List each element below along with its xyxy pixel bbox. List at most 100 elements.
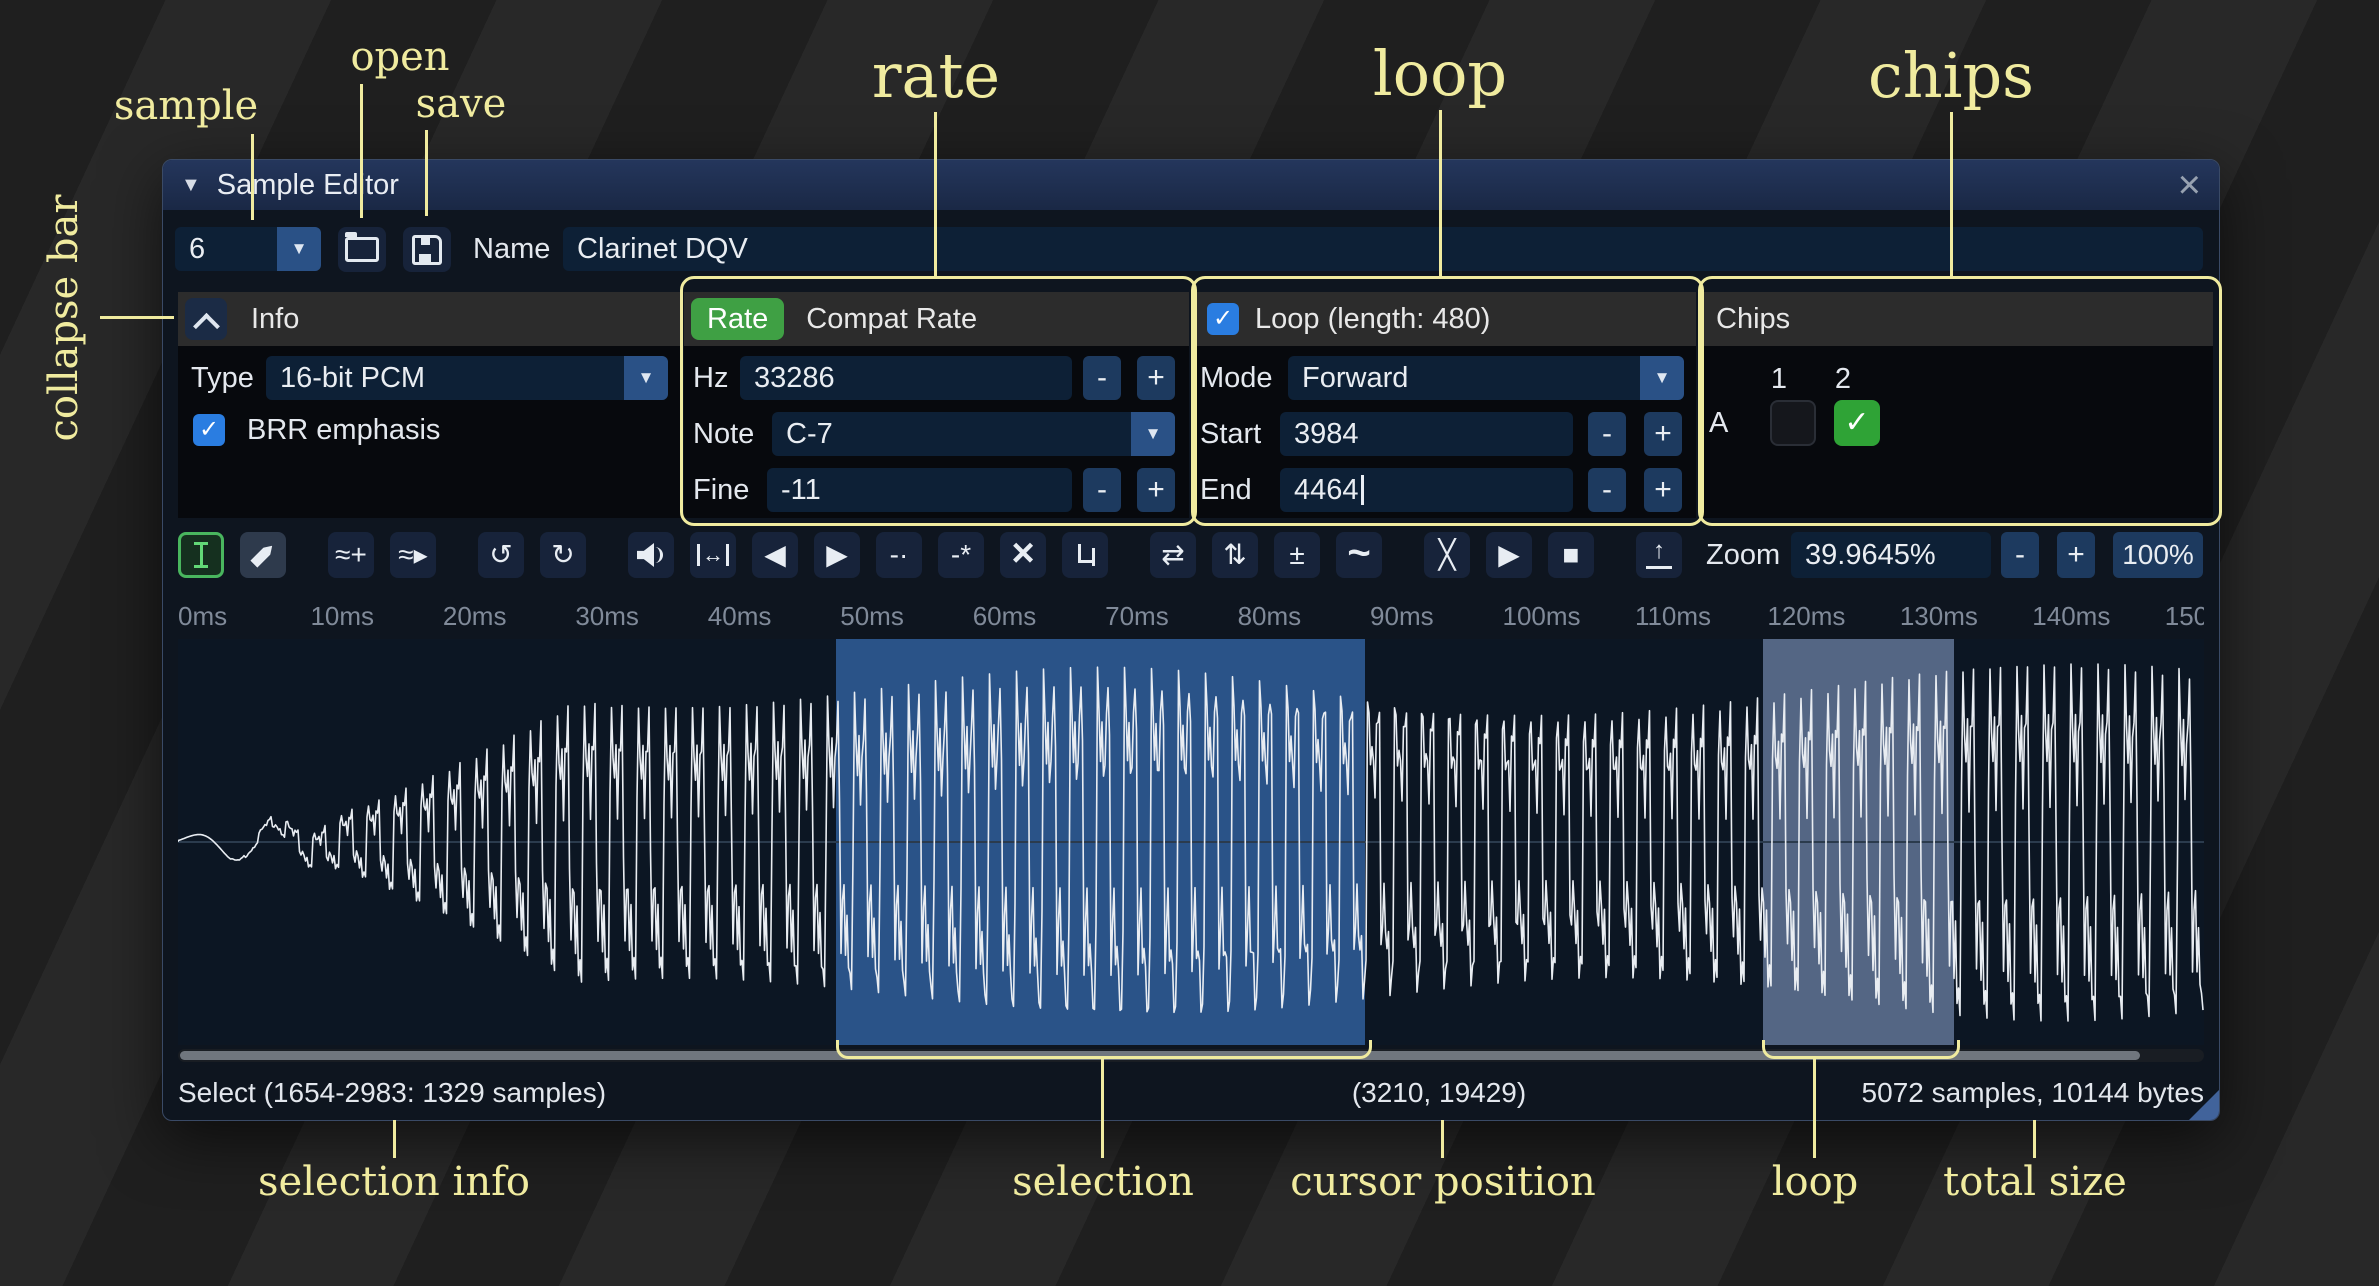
collapse-window-icon[interactable]: ▼ xyxy=(181,174,201,197)
connector-line-loop-bottom xyxy=(1813,1058,1816,1158)
fade-in-icon: ◀ xyxy=(764,541,786,569)
tool-select-button[interactable] xyxy=(178,532,224,578)
collapse-info-button[interactable] xyxy=(185,298,227,340)
save-button[interactable] xyxy=(403,227,451,272)
total-size-status: 5072 samples, 10144 bytes xyxy=(1862,1068,2204,1118)
apply-silence-button[interactable]: -* xyxy=(938,532,984,578)
annotated-screenshot: ▼ Sample Editor × 6 ▼ Name Clarinet DQV xyxy=(0,0,2379,1286)
info-header: Info xyxy=(178,292,681,346)
annotation-collapse-bar: collapse bar xyxy=(44,194,84,441)
insert-silence-button[interactable]: -· xyxy=(876,532,922,578)
close-button[interactable]: × xyxy=(2178,160,2201,210)
loop-callout-box xyxy=(1191,276,1704,526)
toolbar-separator xyxy=(452,532,462,578)
chevron-down-icon[interactable]: ▼ xyxy=(277,227,321,271)
ruler-tick: 120ms xyxy=(1767,601,1845,632)
pencil-icon xyxy=(250,542,275,567)
sample-toolbar: ≈+ ≈▸ ↺ ↻ ◀ ▶ -· -* × ⇄ ⇅ ± ~ ╳ ▶ ■ xyxy=(178,532,1682,578)
ruler-tick: 150ms xyxy=(2165,601,2204,632)
annotation-loop: loop xyxy=(1373,43,1507,105)
resample-button[interactable]: ≈+ xyxy=(328,532,374,578)
zoom-in-button[interactable]: + xyxy=(2057,532,2095,578)
name-input[interactable]: Clarinet DQV xyxy=(563,227,2203,271)
titlebar[interactable]: ▼ Sample Editor × xyxy=(163,160,2219,210)
fade-in-button[interactable]: ◀ xyxy=(752,532,798,578)
zoom-reset-button[interactable]: 100% xyxy=(2113,532,2203,578)
crossfade-button[interactable]: ╳ xyxy=(1424,532,1470,578)
sample-number-select[interactable]: 6 ▼ xyxy=(175,227,321,271)
ibeam-icon xyxy=(194,542,208,568)
connector-line-rate xyxy=(934,112,937,278)
apply-silence-icon: -* xyxy=(951,541,971,569)
chevron-down-icon[interactable]: ▼ xyxy=(624,356,668,400)
plus-minus-icon: ± xyxy=(1289,541,1304,569)
filter-wave-icon: ~ xyxy=(1347,533,1370,573)
cross-x-icon: ╳ xyxy=(1439,541,1456,569)
toolbar-separator xyxy=(1124,532,1134,578)
ruler-tick: 50ms xyxy=(840,601,904,632)
annotation-selection-info: selection info xyxy=(258,1162,530,1202)
fade-out-icon: ▶ xyxy=(826,541,848,569)
upload-button[interactable] xyxy=(1636,532,1682,578)
ruler-tick: 40ms xyxy=(708,601,772,632)
annotation-cursor-position: cursor position xyxy=(1290,1162,1595,1202)
annotation-open: open xyxy=(350,37,449,77)
name-value: Clarinet DQV xyxy=(577,233,748,266)
filter-button[interactable]: ~ xyxy=(1336,532,1382,578)
resize-grip[interactable] xyxy=(2189,1090,2219,1120)
normalize-icon xyxy=(697,544,729,566)
rate-callout-box xyxy=(680,276,1197,526)
ruler-tick: 10ms xyxy=(310,601,374,632)
ruler-tick: 20ms xyxy=(443,601,507,632)
zoom-input[interactable]: 39.9645% xyxy=(1791,532,1991,578)
invert-button[interactable]: ⇅ xyxy=(1212,532,1258,578)
invert-arrows-icon: ⇅ xyxy=(1223,541,1246,569)
tool-draw-button[interactable] xyxy=(240,532,286,578)
toolbar-separator xyxy=(1398,532,1408,578)
ruler-tick: 130ms xyxy=(1900,601,1978,632)
insert-silence-icon: -· xyxy=(890,541,909,569)
stop-button[interactable]: ■ xyxy=(1548,532,1594,578)
stop-square-icon: ■ xyxy=(1563,541,1580,569)
waveform-view[interactable] xyxy=(178,639,2204,1045)
connector-line-sample xyxy=(251,134,254,220)
create-wavetable-button[interactable]: ≈▸ xyxy=(390,532,436,578)
brr-emphasis-checkbox[interactable]: ✓ xyxy=(193,414,225,446)
fade-out-button[interactable]: ▶ xyxy=(814,532,860,578)
toolbar-separator xyxy=(1610,532,1620,578)
ruler-tick: 70ms xyxy=(1105,601,1169,632)
folder-icon xyxy=(345,237,379,262)
normalize-button[interactable] xyxy=(690,532,736,578)
connector-line-cursor-position xyxy=(1441,1120,1444,1158)
zoom-out-button[interactable]: - xyxy=(2001,532,2039,578)
time-ruler[interactable]: 0ms10ms20ms30ms40ms50ms60ms70ms80ms90ms1… xyxy=(178,593,2204,638)
ruler-tick: 100ms xyxy=(1503,601,1581,632)
connector-line-chips xyxy=(1950,112,1953,278)
upload-icon xyxy=(1646,542,1672,569)
type-label: Type xyxy=(191,356,254,400)
annotation-loop-bottom: loop xyxy=(1772,1162,1859,1202)
preview-button[interactable]: ▶ xyxy=(1486,532,1532,578)
zoom-value: 39.9645% xyxy=(1805,539,1936,572)
reverse-button[interactable]: ⇄ xyxy=(1150,532,1196,578)
delete-button[interactable]: × xyxy=(1000,532,1046,578)
brr-emphasis-label: BRR emphasis xyxy=(247,408,440,452)
sign-invert-button[interactable]: ± xyxy=(1274,532,1320,578)
redo-button[interactable]: ↻ xyxy=(540,532,586,578)
play-icon: ▶ xyxy=(1498,541,1520,569)
undo-button[interactable]: ↺ xyxy=(478,532,524,578)
reverse-arrows-icon: ⇄ xyxy=(1161,541,1184,569)
speaker-icon xyxy=(637,543,665,567)
trim-button[interactable] xyxy=(1062,532,1108,578)
amplify-button[interactable] xyxy=(628,532,674,578)
connector-line-total-size xyxy=(2033,1120,2036,1158)
open-button[interactable] xyxy=(338,227,386,272)
zoom-label: Zoom xyxy=(1706,532,1780,578)
annotation-sample: sample xyxy=(114,86,258,126)
redo-arrow-icon: ↻ xyxy=(551,541,574,569)
type-select[interactable]: 16-bit PCM ▼ xyxy=(266,356,668,400)
wave-flag-icon: ≈▸ xyxy=(398,541,427,569)
loop-bracket xyxy=(1762,1040,1960,1059)
ruler-tick: 90ms xyxy=(1370,601,1434,632)
cursor-position-status: (3210, 19429) xyxy=(1352,1068,1526,1118)
